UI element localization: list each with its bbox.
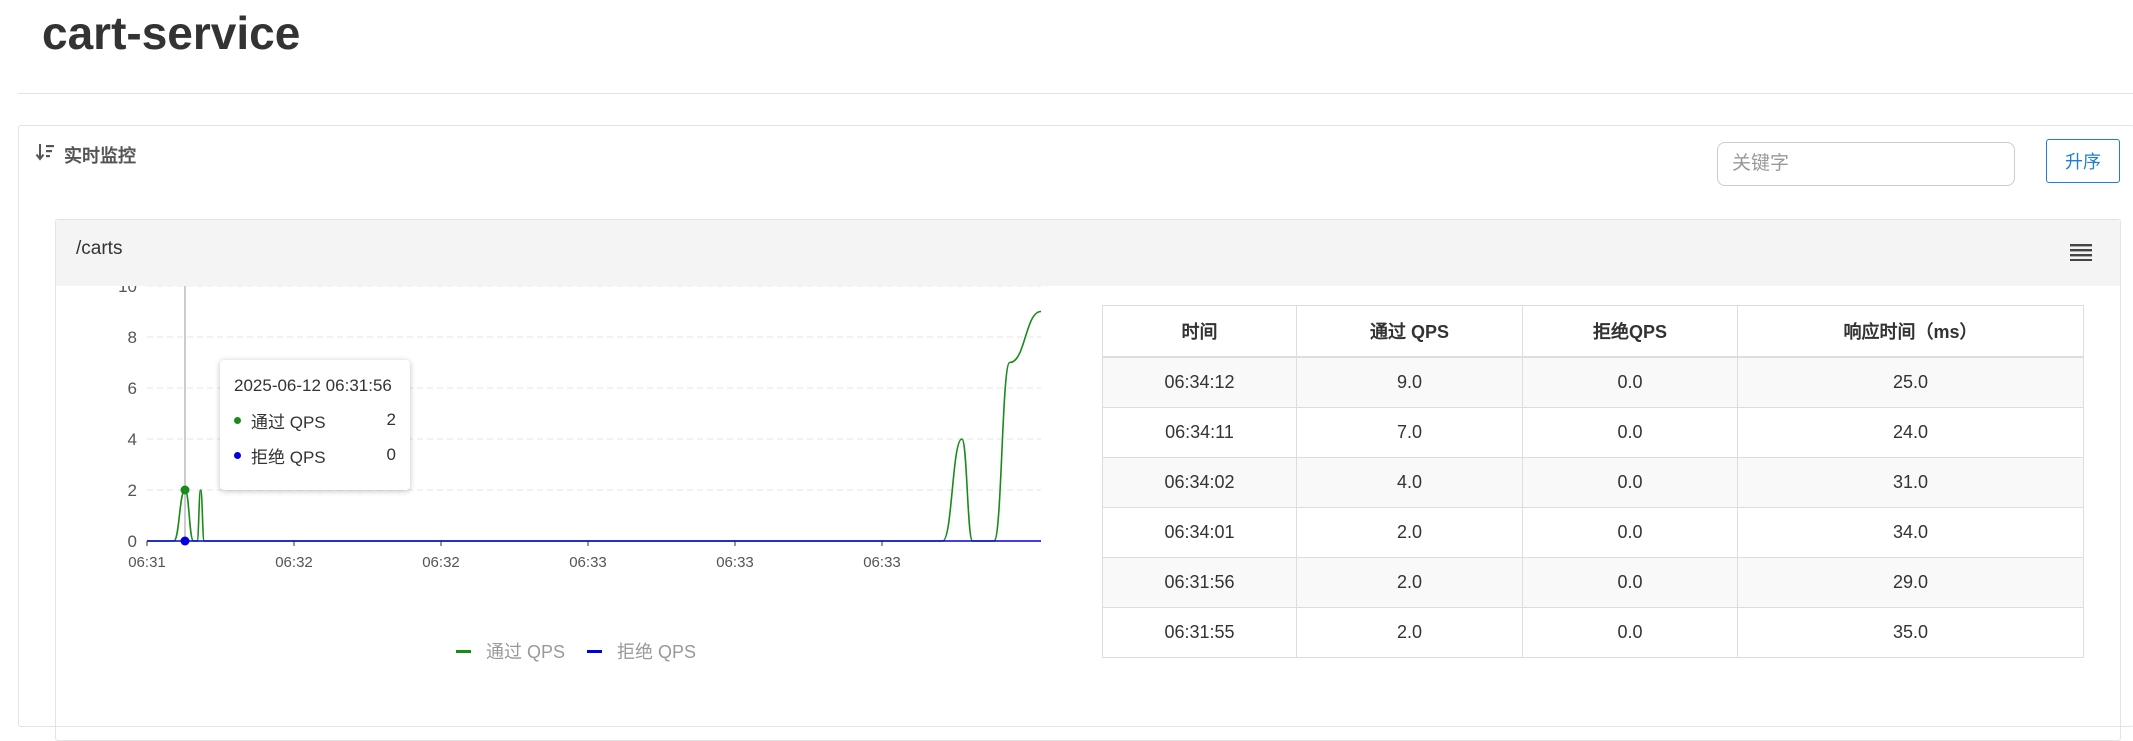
- y-tick-label: 2: [128, 481, 137, 500]
- y-tick-label: 0: [128, 532, 137, 551]
- table-cell: 06:34:02: [1102, 457, 1297, 508]
- y-tick-label: 4: [128, 430, 137, 449]
- x-tick-label: 06:31: [128, 554, 166, 571]
- table-cell: 35.0: [1737, 607, 2084, 658]
- pass-dot-icon: [234, 416, 241, 424]
- table-cell: 06:34:11: [1102, 407, 1297, 458]
- table-cell: 24.0: [1737, 407, 2084, 458]
- tooltip-value: 0: [386, 445, 396, 464]
- table-cell: 0.0: [1522, 457, 1738, 508]
- table-header-row: 时间 通过 QPS 拒绝QPS 响应时间（ms）: [1102, 305, 2084, 358]
- keyword-search-input[interactable]: [1717, 142, 2015, 186]
- table-cell: 34.0: [1737, 507, 2084, 558]
- table-cell: 29.0: [1737, 557, 2084, 608]
- column-header: 响应时间（ms）: [1737, 305, 2084, 358]
- table-cell: 4.0: [1296, 457, 1523, 508]
- legend-swatch-block: [587, 649, 603, 653]
- legend-label: 通过 QPS: [486, 642, 566, 662]
- title-divider: [18, 93, 2133, 94]
- tooltip-label: 通过 QPS: [251, 412, 326, 432]
- legend-item-block[interactable]: 拒绝 QPS: [587, 638, 696, 664]
- resource-name: /carts: [76, 238, 123, 259]
- table-cell: 2.0: [1296, 507, 1523, 558]
- metrics-table: 时间 通过 QPS 拒绝QPS 响应时间（ms） 06:34:12 9.0 0.…: [1102, 305, 2084, 658]
- table-cell: 31.0: [1737, 457, 2084, 508]
- tooltip-row-block: 拒绝 QPS 0: [234, 445, 396, 467]
- table-row: 06:34:12 9.0 0.0 25.0: [1102, 356, 2084, 408]
- table-cell: 06:34:01: [1102, 507, 1297, 558]
- qps-line-chart: 0 2 4 6 8 10 06:31 06:32 06:32 06:33 06:33 06:33: [118, 286, 1042, 571]
- panel-title: 实时监控: [64, 146, 136, 166]
- block-highlight-point: [180, 536, 190, 546]
- table-cell: 2.0: [1296, 607, 1523, 658]
- tooltip-time: 2025-06-12 06:31:56: [234, 376, 392, 395]
- chart-legend: 通过 QPS 拒绝 QPS: [456, 638, 718, 664]
- tooltip-label: 拒绝 QPS: [251, 447, 326, 467]
- table-cell: 25.0: [1737, 356, 2084, 408]
- y-tick-label: 8: [128, 328, 137, 347]
- table-cell: 2.0: [1296, 557, 1523, 608]
- x-tick-label: 06:33: [863, 554, 901, 571]
- chart-tooltip: 2025-06-12 06:31:56 通过 QPS 2 拒绝 QPS 0: [220, 360, 410, 490]
- table-row: 06:34:01 2.0 0.0 34.0: [1102, 507, 2084, 558]
- legend-item-pass[interactable]: 通过 QPS: [456, 638, 565, 664]
- legend-swatch-pass: [456, 649, 471, 653]
- realtime-monitor-panel: 实时监控 升序 /carts 0 2 4 6 8 10 06:31 06:32 06:32 06:…: [18, 125, 2133, 741]
- table-row: 06:31:55 2.0 0.0 35.0: [1102, 607, 2084, 658]
- y-tick-label: 10: [118, 286, 137, 296]
- tooltip-row-pass: 通过 QPS 2: [234, 410, 396, 432]
- table-cell: 06:34:12: [1102, 356, 1297, 408]
- column-header: 拒绝QPS: [1522, 305, 1738, 358]
- table-row: 06:34:11 7.0 0.0 24.0: [1102, 407, 2084, 458]
- x-tick-label: 06:32: [422, 554, 460, 571]
- column-header: 时间: [1102, 305, 1297, 358]
- table-cell: 0.0: [1522, 607, 1738, 658]
- column-header: 通过 QPS: [1296, 305, 1523, 358]
- table-cell: 06:31:55: [1102, 607, 1297, 658]
- table-cell: 0.0: [1522, 356, 1738, 408]
- table-cell: 0.0: [1522, 557, 1738, 608]
- x-tick-label: 06:33: [569, 554, 607, 571]
- table-row: 06:31:56 2.0 0.0 29.0: [1102, 557, 2084, 608]
- table-cell: 7.0: [1296, 407, 1523, 458]
- pass-highlight-point: [180, 485, 190, 495]
- table-cell: 9.0: [1296, 356, 1523, 408]
- legend-label: 拒绝 QPS: [617, 642, 697, 662]
- y-tick-label: 6: [128, 379, 137, 398]
- block-dot-icon: [234, 451, 241, 459]
- tooltip-value: 2: [386, 410, 396, 429]
- table-cell: 0.0: [1522, 507, 1738, 558]
- menu-icon[interactable]: [2070, 243, 2092, 261]
- x-tick-label: 06:32: [275, 554, 313, 571]
- page-title: cart-service: [42, 7, 301, 59]
- resource-card: /carts 0 2 4 6 8 10 06:31 06:32 06:32 06:33 06:33 0…: [55, 219, 2121, 741]
- table-cell: 06:31:56: [1102, 557, 1297, 608]
- sort-ascending-button[interactable]: 升序: [2046, 139, 2120, 183]
- card-header: /carts: [56, 220, 2120, 286]
- table-cell: 0.0: [1522, 407, 1738, 458]
- table-row: 06:34:02 4.0 0.0 31.0: [1102, 457, 2084, 508]
- x-tick-label: 06:33: [716, 554, 754, 571]
- sort-desc-icon: [35, 144, 54, 161]
